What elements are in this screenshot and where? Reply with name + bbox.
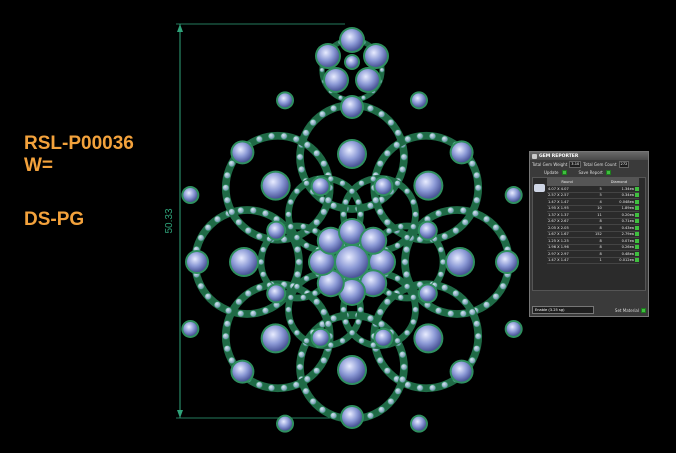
total-weight-value: 3.10 — [569, 160, 582, 168]
total-count-label: Total Gem Count — [583, 161, 617, 167]
col-count — [587, 178, 603, 186]
gem-table-area[interactable]: Round Diamond 4.07 X 4.07 5 1.34ea 2.57 X 2… — [532, 177, 646, 291]
panel-footer: Enable (3.25 sg) Set Material — [532, 306, 646, 314]
total-count-value: 272 — [618, 160, 630, 168]
total-weight-label: Total Gem Weight — [532, 161, 568, 167]
gem-reporter-panel[interactable]: GEM REPORTER Total Gem Weight 3.10 Total… — [529, 151, 649, 317]
save-report-button[interactable] — [605, 169, 611, 175]
col-shape: Round — [547, 178, 588, 186]
col-material: Diamond — [602, 178, 635, 186]
totals-row: Total Gem Weight 3.10 Total Gem Count 27… — [530, 160, 648, 168]
row-check-icon[interactable] — [635, 257, 639, 264]
gem-size: 1.47 X 1.47 — [547, 257, 588, 264]
gem-reporter-titlebar[interactable]: GEM REPORTER — [530, 152, 648, 160]
gem-table: Round Diamond 4.07 X 4.07 5 1.34ea 2.57 X 2… — [547, 178, 639, 264]
gem-reporter-title: GEM REPORTER — [539, 153, 579, 159]
round-gem-thumbnail — [534, 184, 545, 192]
gem-weight: 0.012ea — [602, 257, 635, 264]
pendant-model — [181, 27, 523, 433]
gem-count: 1 — [587, 257, 603, 264]
table-row[interactable]: 1.47 X 1.47 1 0.012ea — [547, 257, 639, 264]
set-material-button[interactable] — [641, 307, 646, 313]
update-button[interactable] — [561, 169, 567, 175]
set-material-label: Set Material — [614, 307, 639, 313]
gem-icon — [532, 153, 537, 159]
actions-row: Update Save Report — [530, 168, 648, 176]
update-label: Update — [544, 169, 559, 175]
unit-select[interactable]: Enable (3.25 sg) — [532, 306, 594, 314]
height-dimension-label: 50.33 — [164, 208, 175, 233]
save-report-label: Save Report — [578, 169, 603, 175]
